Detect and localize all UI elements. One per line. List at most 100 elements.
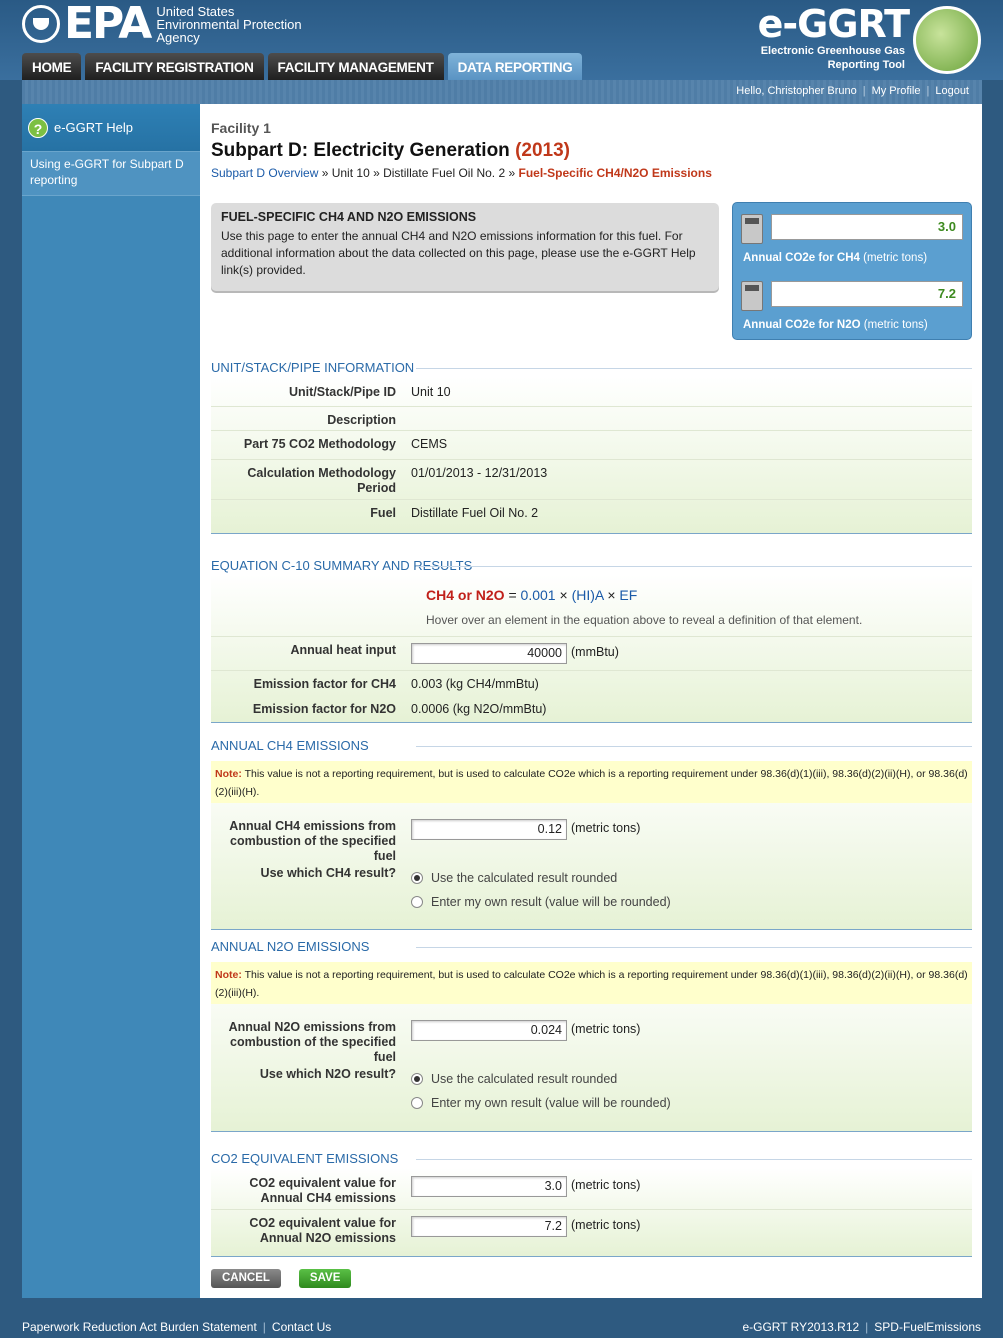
main-content: Facility 1 Subpart D: Electricity Genera… xyxy=(200,104,982,1298)
info-value: 01/01/2013 - 12/31/2013 xyxy=(411,466,548,480)
footer: Paperwork Reduction Act Burden Statement… xyxy=(22,1320,981,1334)
logout-link[interactable]: Logout xyxy=(935,85,969,97)
brand-title: e-GGRT xyxy=(757,2,910,46)
tab-data-reporting[interactable]: DATA REPORTING xyxy=(447,53,583,80)
info-row: Unit/Stack/Pipe ID Unit 10 xyxy=(211,377,972,407)
info-row: Calculation Methodology Period 01/01/2013… xyxy=(211,460,972,500)
equation-row: CH4 or N2O = 0.001 × (HI)A × EF Hover ov… xyxy=(211,575,972,637)
save-button[interactable]: SAVE xyxy=(298,1269,352,1288)
breadcrumb-overview-link[interactable]: Subpart D Overview xyxy=(211,166,318,180)
intro-box: FUEL-SPECIFIC CH4 AND N2O EMISSIONS Use … xyxy=(211,203,719,291)
help-link-subpart-d[interactable]: Using e-GGRT for Subpart D reporting xyxy=(22,152,200,196)
epa-logo[interactable]: EPA United States Environmental Protecti… xyxy=(22,2,302,46)
calculator-summary: 3.0 Annual CO2e for CH4 (metric tons) 7.… xyxy=(732,202,972,340)
reporting-year: (2013) xyxy=(515,140,570,161)
n2o-section: ANNUAL N2O EMISSIONS Note: This value is… xyxy=(211,938,972,1132)
ef-n2o-row: Emission factor for N2O 0.0006 (kg N2O/m… xyxy=(211,696,972,721)
heat-input-field[interactable]: 40000 xyxy=(411,643,567,664)
tab-facility-management[interactable]: FACILITY MANAGEMENT xyxy=(267,53,444,80)
header: EPA United States Environmental Protecti… xyxy=(0,0,1003,80)
n2o-which-row: Use which N2O result? Use the calculated… xyxy=(211,1067,972,1121)
help-link-line-2: reporting xyxy=(30,173,78,187)
section-heading: ANNUAL CH4 EMISSIONS xyxy=(211,737,972,755)
calc-n2o-label: Annual CO2e for N2O (metric tons) xyxy=(743,319,928,331)
my-profile-link[interactable]: My Profile xyxy=(872,85,921,97)
help-label: e-GGRT Help xyxy=(54,120,133,135)
ef-ch4-value: 0.003 (kg CH4/mmBtu) xyxy=(411,677,539,691)
info-value: Unit 10 xyxy=(411,385,451,399)
equation-section: EQUATION C-10 SUMMARY AND RESULTS CH4 or… xyxy=(211,557,972,723)
paperwork-link[interactable]: Paperwork Reduction Act Burden Statement xyxy=(22,1320,257,1334)
co2e-ch4-field[interactable]: 3.0 xyxy=(411,1176,567,1197)
heat-input-unit: (mmBtu) xyxy=(571,645,619,659)
ch4-emissions-row: Annual CH4 emissions from combustion of … xyxy=(211,803,972,866)
radio-icon[interactable] xyxy=(411,1097,423,1109)
radio-selected-icon[interactable] xyxy=(411,1073,423,1085)
agency-line-1: United States xyxy=(156,3,235,19)
eq-equals: = xyxy=(508,587,517,603)
info-row: Fuel Distillate Fuel Oil No. 2 xyxy=(211,500,972,532)
tab-home[interactable]: HOME xyxy=(22,53,82,80)
eq-heat-input[interactable]: (HI)A xyxy=(572,587,604,603)
calc-ch4-unit: (metric tons) xyxy=(863,252,928,264)
main-nav-tabs: HOME FACILITY REGISTRATION FACILITY MANA… xyxy=(22,53,583,80)
co2e-ch4-row: CO2 equivalent value for Annual CH4 emis… xyxy=(211,1168,972,1210)
contact-link[interactable]: Contact Us xyxy=(272,1320,331,1334)
eq-coef[interactable]: 0.001 xyxy=(521,587,556,603)
sidebar-help-header[interactable]: ? e-GGRT Help xyxy=(22,104,200,152)
info-value: Distillate Fuel Oil No. 2 xyxy=(411,506,539,520)
eq-times: × xyxy=(607,587,616,603)
ch4-option-own[interactable]: Enter my own result (value will be round… xyxy=(411,890,671,914)
ch4-option-calculated[interactable]: Use the calculated result rounded xyxy=(411,866,671,890)
ch4-section: ANNUAL CH4 EMISSIONS Note: This value is… xyxy=(211,737,972,930)
unit-info-body: Unit/Stack/Pipe ID Unit 10 Description Pa… xyxy=(211,377,972,534)
ch4-which-row: Use which CH4 result? Use the calculated… xyxy=(211,866,972,920)
tab-facility-registration[interactable]: FACILITY REGISTRATION xyxy=(85,53,264,80)
ef-ch4-row: Emission factor for CH4 0.003 (kg CH4/mm… xyxy=(211,671,972,696)
eq-lhs[interactable]: CH4 or N2O xyxy=(426,587,505,603)
n2o-emissions-field[interactable]: 0.024 xyxy=(411,1020,567,1041)
calc-n2o-label-text: Annual CO2e for N2O xyxy=(743,319,861,331)
equation-formula[interactable]: CH4 or N2O = 0.001 × (HI)A × EF xyxy=(426,585,972,605)
version-text: e-GGRT RY2013.R12 xyxy=(742,1320,860,1334)
info-label: Calculation Methodology Period xyxy=(247,466,396,495)
heat-input-row: Annual heat input 40000 (mmBtu) xyxy=(211,637,972,671)
ch4-emissions-field[interactable]: 0.12 xyxy=(411,819,567,840)
info-label: Description xyxy=(327,413,396,427)
ef-ch4-label: Emission factor for CH4 xyxy=(253,677,396,691)
breadcrumb-fuel: Distillate Fuel Oil No. 2 xyxy=(383,166,506,180)
calculator-icon xyxy=(741,281,763,311)
radio-icon[interactable] xyxy=(411,896,423,908)
sidebar: ? e-GGRT Help Using e-GGRT for Subpart D… xyxy=(22,104,200,1298)
calc-ch4-label: Annual CO2e for CH4 (metric tons) xyxy=(743,252,927,264)
n2o-which-label: Use which N2O result? xyxy=(259,1067,396,1081)
page-title: Subpart D: Electricity Generation (2013) xyxy=(211,140,570,162)
co2e-ch4-unit: (metric tons) xyxy=(571,1178,641,1192)
page-title-text: Subpart D: Electricity Generation xyxy=(211,140,510,161)
user-bar: Hello, Christopher Bruno | My Profile | Logo… xyxy=(22,80,982,104)
n2o-option-own[interactable]: Enter my own result (value will be round… xyxy=(411,1091,671,1115)
equation-hint: Hover over an element in the equation ab… xyxy=(426,613,863,627)
eq-emission-factor[interactable]: EF xyxy=(619,587,637,603)
n2o-emissions-label: Annual N2O emissions from combustion of … xyxy=(228,1020,396,1064)
radio-selected-icon[interactable] xyxy=(411,872,423,884)
n2o-note: Note: This value is not a reporting requ… xyxy=(211,962,972,1004)
help-link-line-1: Using e-GGRT for Subpart D xyxy=(30,157,184,171)
intro-text: Use this page to enter the annual CH4 an… xyxy=(221,229,696,277)
form-buttons: CANCEL SAVE xyxy=(211,1269,352,1288)
section-heading: ANNUAL N2O EMISSIONS xyxy=(211,938,972,956)
cancel-button[interactable]: CANCEL xyxy=(211,1269,281,1288)
agency-line-3: Agency xyxy=(156,29,200,45)
page-id-text: SPD-FuelEmissions xyxy=(874,1320,981,1334)
ch4-emissions-label: Annual CH4 emissions from combustion of … xyxy=(229,819,396,863)
co2e-n2o-field[interactable]: 7.2 xyxy=(411,1216,567,1237)
agency-name: United States Environmental Protection A… xyxy=(156,5,301,44)
brand-sub-line-2: Reporting Tool xyxy=(827,59,905,71)
info-label: Fuel xyxy=(370,506,396,520)
calc-ch4-value: 3.0 xyxy=(771,214,963,240)
co2e-body: CO2 equivalent value for Annual CH4 emis… xyxy=(211,1168,972,1257)
calc-n2o-unit: (metric tons) xyxy=(863,319,928,331)
co2e-n2o-row: CO2 equivalent value for Annual N2O emis… xyxy=(211,1210,972,1256)
n2o-option-calculated[interactable]: Use the calculated result rounded xyxy=(411,1067,671,1091)
unit-info-section: UNIT/STACK/PIPE INFORMATION Unit/Stack/P… xyxy=(211,359,972,534)
